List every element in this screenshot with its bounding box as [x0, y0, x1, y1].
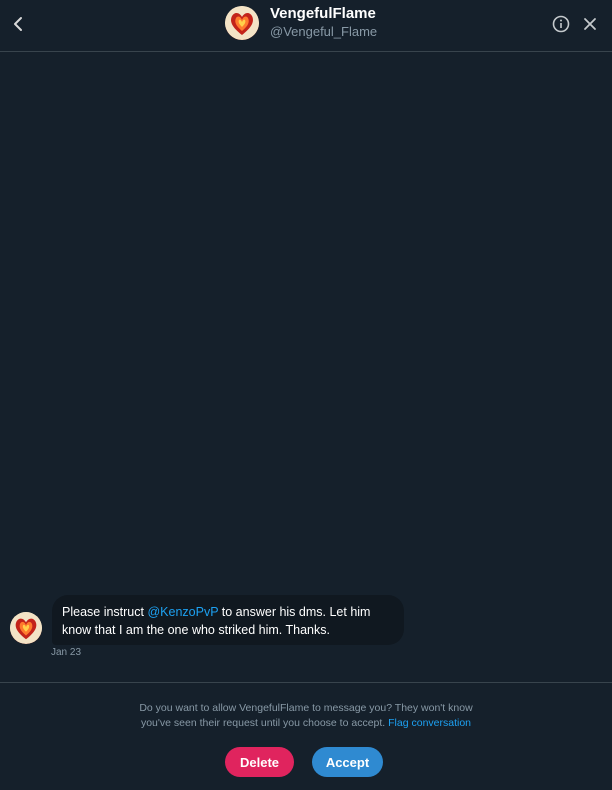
mention-link[interactable]: @KenzoPvP	[147, 605, 218, 619]
prompt-line-2: you've seen their request until you choo…	[140, 717, 386, 729]
message-text: Please instruct	[62, 605, 148, 619]
back-button[interactable]	[8, 10, 28, 38]
close-icon	[584, 18, 596, 30]
info-icon	[552, 15, 570, 33]
conversation-title: VengefulFlame @Vengeful_Flame	[270, 5, 377, 40]
info-button[interactable]	[551, 14, 571, 34]
message-bubble: Please instruct @KenzoPvP to answer his …	[52, 595, 404, 645]
delete-button[interactable]: Delete	[225, 747, 294, 777]
flag-conversation-link[interactable]: Flag conversation	[388, 717, 471, 729]
display-name: VengefulFlame	[270, 5, 376, 22]
avatar[interactable]	[225, 6, 259, 40]
divider	[0, 682, 612, 683]
user-handle: @Vengeful_Flame	[270, 24, 378, 39]
prompt-line-1: Do you want to allow VengefulFlame to me…	[139, 702, 473, 714]
message-avatar[interactable]	[10, 612, 42, 644]
message-request-prompt: Do you want to allow VengefulFlame to me…	[0, 701, 612, 731]
message-text: know that I am the one who striked him. …	[62, 623, 330, 637]
close-button[interactable]	[580, 14, 600, 34]
accept-button[interactable]: Accept	[312, 747, 383, 777]
message-text: to answer his dms. Let him	[218, 605, 371, 619]
chevron-left-icon	[14, 17, 22, 31]
message-timestamp: Jan 23	[51, 647, 82, 658]
conversation-header: VengefulFlame @Vengeful_Flame	[0, 0, 612, 52]
